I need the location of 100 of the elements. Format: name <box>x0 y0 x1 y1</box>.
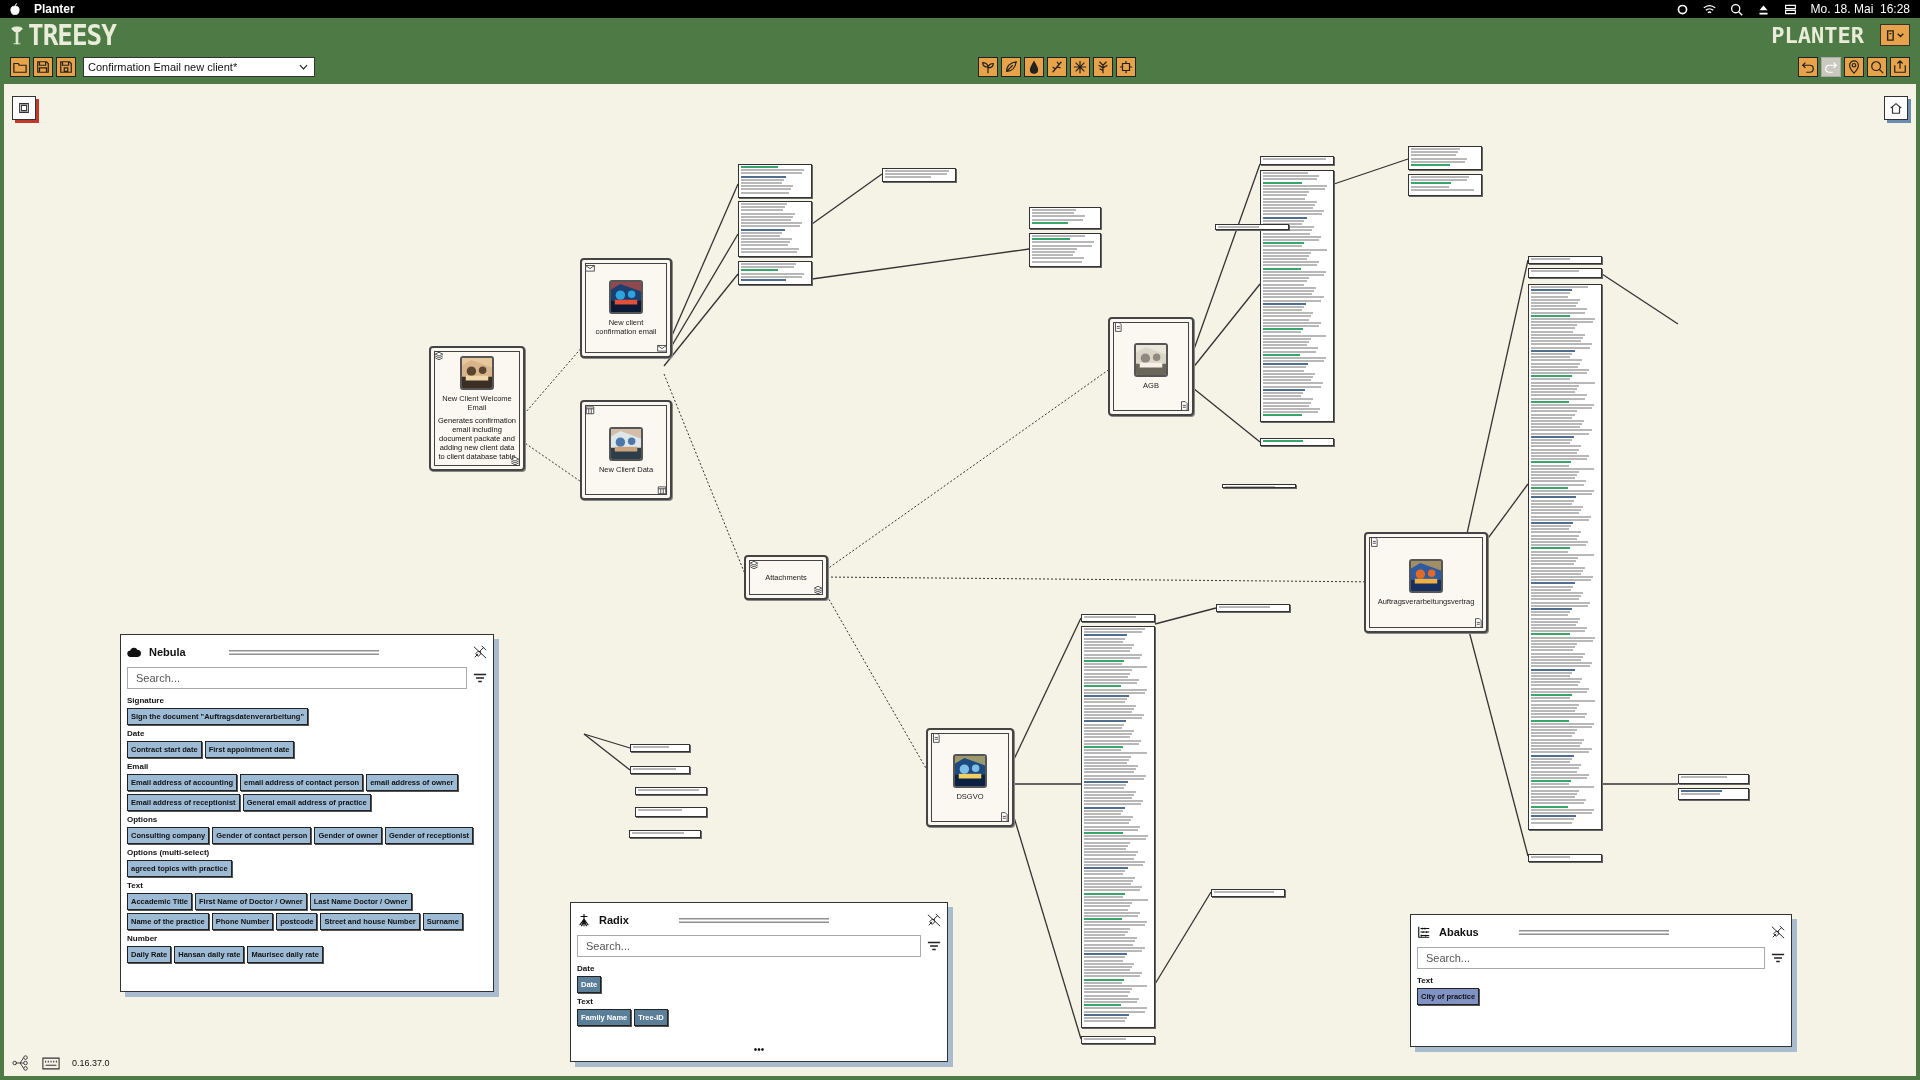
hierarchy-icon[interactable] <box>12 1054 30 1072</box>
snowflake-button[interactable] <box>1069 57 1090 77</box>
document-drawing[interactable] <box>1222 484 1296 488</box>
folder-button[interactable] <box>10 57 30 77</box>
branch-button[interactable] <box>1046 57 1067 77</box>
cross-button[interactable] <box>1115 57 1136 77</box>
connector-line <box>811 173 883 225</box>
filter-icon[interactable] <box>1771 951 1785 965</box>
document-drawing[interactable] <box>1081 626 1155 1028</box>
tree-figure-icon <box>10 23 24 47</box>
document-drawing[interactable] <box>1528 854 1602 862</box>
roots-icon <box>577 913 591 927</box>
document-drawing[interactable] <box>738 201 812 257</box>
drop-button[interactable] <box>1023 57 1044 77</box>
document-drawing[interactable] <box>1260 170 1334 422</box>
disk-button[interactable] <box>56 57 76 77</box>
search-icon[interactable] <box>1729 2 1743 16</box>
document-drawing[interactable] <box>1260 156 1334 165</box>
wifi-icon[interactable] <box>1702 2 1716 16</box>
document-drawing[interactable] <box>1081 1036 1155 1044</box>
group-heading: Signature <box>127 696 164 705</box>
document-drawing[interactable] <box>1029 233 1101 267</box>
document-dropdown[interactable]: Confirmation Email new client* <box>83 57 315 77</box>
document-drawing[interactable] <box>630 766 690 774</box>
planter-logo: PLANTER <box>1771 22 1864 48</box>
drag-handle[interactable] <box>1519 929 1669 935</box>
leaf-button[interactable] <box>1000 57 1021 77</box>
search-field[interactable]: Search... <box>127 667 467 689</box>
table-icon <box>657 485 667 495</box>
document-drawing[interactable] <box>630 744 690 752</box>
document-drawing[interactable] <box>1528 256 1602 264</box>
tree-button[interactable] <box>1092 57 1113 77</box>
document-drawing[interactable] <box>1678 788 1749 800</box>
document-drawing[interactable] <box>1260 438 1334 446</box>
keyboard-icon[interactable] <box>42 1056 60 1070</box>
unpin-icon[interactable] <box>473 645 487 659</box>
eject-icon[interactable] <box>1756 2 1770 16</box>
unpin-icon[interactable] <box>927 913 941 927</box>
envelope-icon <box>657 343 667 353</box>
document-drawing[interactable] <box>1029 207 1101 229</box>
group-heading: Number <box>127 934 158 943</box>
document-drawing[interactable] <box>1408 174 1482 196</box>
cross-icon <box>1118 60 1133 74</box>
search-field[interactable]: Search... <box>1417 947 1765 969</box>
search-icon <box>1870 60 1884 74</box>
layers-icon <box>434 351 444 361</box>
document-drawing[interactable] <box>1215 224 1289 230</box>
snowflake-icon <box>1072 60 1087 74</box>
layers-icon <box>749 560 759 570</box>
leaf-icon <box>1003 60 1018 74</box>
search-button[interactable] <box>1867 57 1887 77</box>
document-icon <box>999 812 1009 822</box>
apple-icon[interactable] <box>10 3 20 15</box>
cloud-icon <box>127 645 141 659</box>
unpin-icon[interactable] <box>1771 925 1785 939</box>
document-drawing[interactable] <box>1678 774 1749 784</box>
user-caret-icon <box>1884 28 1906 42</box>
document-drawing[interactable] <box>1211 889 1285 897</box>
connector-line <box>1154 607 1217 625</box>
document-drawing[interactable] <box>1081 614 1155 622</box>
filter-icon[interactable] <box>473 671 487 685</box>
drag-handle[interactable] <box>229 649 379 655</box>
document-drawing[interactable] <box>629 830 701 838</box>
control-center-icon[interactable] <box>1783 2 1797 16</box>
document-drawing[interactable] <box>882 168 956 182</box>
group-heading: Date <box>577 964 595 973</box>
filter-icon[interactable] <box>927 939 941 953</box>
undo-icon <box>1801 60 1815 74</box>
abacus-icon <box>1417 925 1431 939</box>
panel-title: Abakus <box>1439 926 1480 938</box>
disk-button[interactable] <box>33 57 53 77</box>
undo-button[interactable] <box>1798 57 1818 77</box>
document-icon <box>1369 537 1379 547</box>
clock[interactable]: Mo. 18. Mai 16:28 <box>1810 2 1910 16</box>
document-drawing[interactable] <box>738 261 812 285</box>
pin-button[interactable] <box>1844 57 1864 77</box>
envelope-icon <box>585 263 595 273</box>
drag-handle[interactable] <box>679 917 829 923</box>
document-drawing[interactable] <box>635 807 707 817</box>
document-drawing[interactable] <box>1528 284 1602 830</box>
seedling-icon <box>980 60 995 74</box>
group-heading: Text <box>1417 976 1433 985</box>
branch-icon <box>1049 60 1064 74</box>
treesy-logo: TREESY <box>28 18 116 52</box>
document-drawing[interactable] <box>1408 146 1482 170</box>
group-heading: Options <box>127 815 158 824</box>
home-button[interactable] <box>1884 96 1908 120</box>
tree-icon <box>1095 60 1110 74</box>
document-drawing[interactable] <box>738 164 812 198</box>
seedling-button[interactable] <box>977 57 998 77</box>
export-button[interactable] <box>1890 57 1910 77</box>
user-menu-button[interactable] <box>1880 24 1910 46</box>
document-drawing[interactable] <box>1528 268 1602 278</box>
more-indicator[interactable]: ••• <box>753 1044 765 1055</box>
app-name[interactable]: Planter <box>34 2 75 16</box>
document-drawing[interactable] <box>635 787 707 795</box>
search-field[interactable]: Search... <box>577 935 921 957</box>
group-heading: Date <box>127 729 145 738</box>
document-drawing[interactable] <box>1216 604 1290 612</box>
layout-button[interactable] <box>12 96 36 120</box>
